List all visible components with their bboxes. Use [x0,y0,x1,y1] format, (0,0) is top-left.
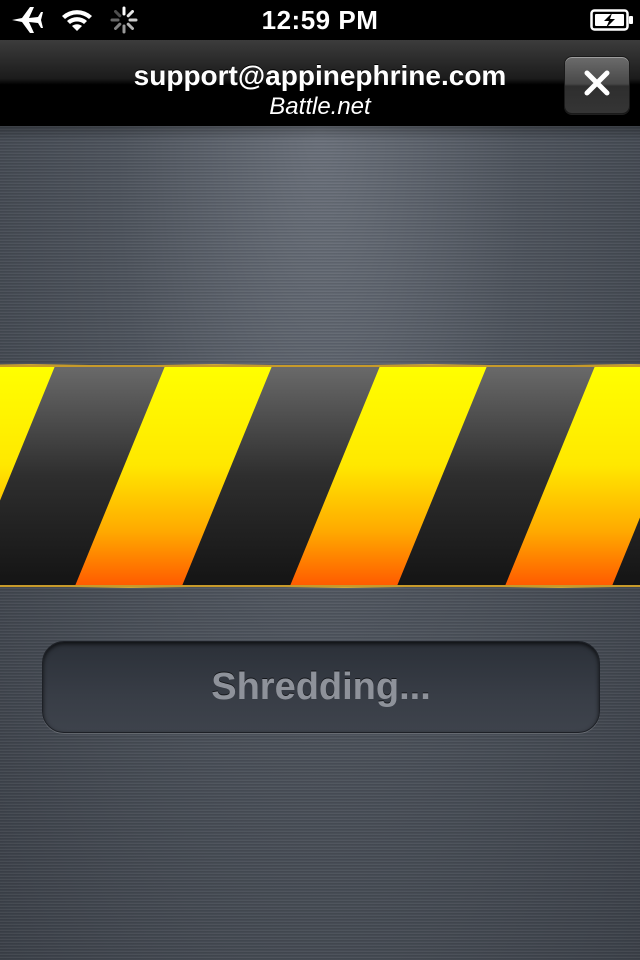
header-title: support@appinephrine.com [133,60,507,91]
hazard-strip [0,364,640,588]
status-bar: 12:59 PM [0,0,640,40]
screen: 12:59 PM support@appinephrine.com Battle… [0,0,640,960]
status-bar-right [590,0,634,40]
shredding-status-text: Shredding... [211,666,431,708]
battery-charging-icon [590,8,634,32]
status-time: 12:59 PM [261,5,379,35]
header-subtitle: Battle.net [269,93,371,120]
close-x-icon [583,69,611,102]
close-button[interactable] [564,56,630,114]
hazard-stripes-graphic [0,364,640,588]
nav-header: support@appinephrine.com Battle.net [0,40,640,127]
shredding-status-field: Shredding... [42,641,600,733]
